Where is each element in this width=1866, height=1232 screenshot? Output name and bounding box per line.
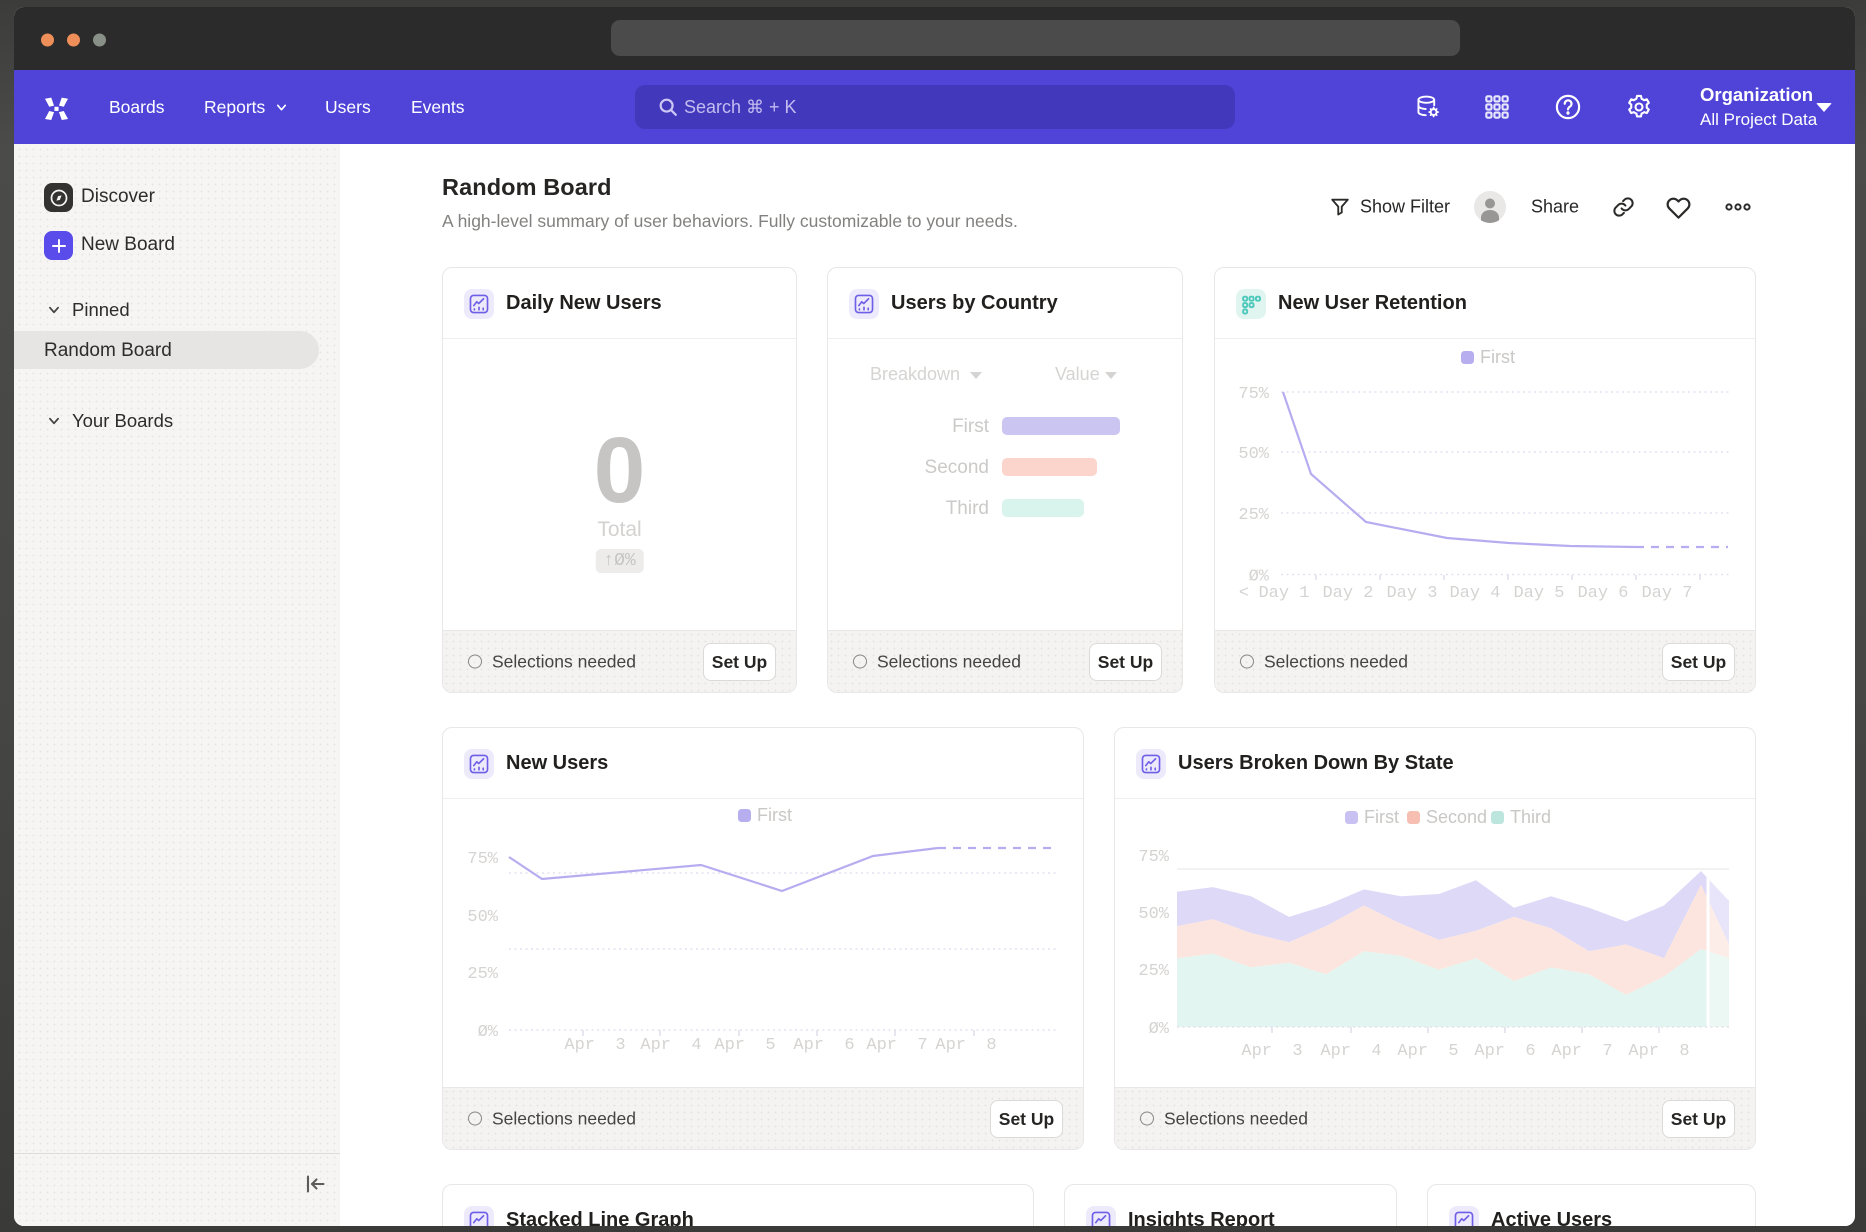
svg-text:First: First <box>757 805 792 825</box>
svg-text:Day 1: Day 1 <box>1258 584 1309 603</box>
svg-text:Day 4: Day 4 <box>1449 584 1500 603</box>
svg-text:Apr 6: Apr 6 <box>1474 1042 1535 1061</box>
svg-text:First: First <box>1480 347 1515 367</box>
svg-text:50%: 50% <box>1238 445 1269 464</box>
svg-text:Day 7: Day 7 <box>1641 584 1692 603</box>
svg-text:Apr 3: Apr 3 <box>564 1036 625 1055</box>
svg-text:First: First <box>1364 807 1399 827</box>
svg-text:Apr 4: Apr 4 <box>1320 1042 1381 1061</box>
svg-text:Apr 3: Apr 3 <box>1241 1042 1302 1061</box>
svg-text:Apr 8: Apr 8 <box>1628 1042 1689 1061</box>
svg-text:Day 5: Day 5 <box>1513 584 1564 603</box>
svg-text:Apr 8: Apr 8 <box>935 1036 996 1055</box>
svg-text:Day 3: Day 3 <box>1386 584 1437 603</box>
svg-text:Apr 5: Apr 5 <box>714 1036 775 1055</box>
svg-text:25%: 25% <box>467 965 498 984</box>
svg-text:Apr 7: Apr 7 <box>866 1036 927 1055</box>
svg-text:Ø%: Ø% <box>1149 1020 1170 1039</box>
svg-text:Apr 7: Apr 7 <box>1551 1042 1612 1061</box>
svg-text:75%: 75% <box>1138 848 1169 867</box>
svg-text:Third: Third <box>1510 807 1551 827</box>
svg-text:Second: Second <box>1426 807 1487 827</box>
svg-text:25%: 25% <box>1238 506 1269 525</box>
svg-text:Apr 6: Apr 6 <box>793 1036 854 1055</box>
svg-text:50%: 50% <box>1138 905 1169 924</box>
svg-text:Apr 4: Apr 4 <box>640 1036 701 1055</box>
svg-text:25%: 25% <box>1138 962 1169 981</box>
svg-text:Day 6: Day 6 <box>1577 584 1628 603</box>
svg-text:<: < <box>1239 584 1249 603</box>
svg-text:Ø%: Ø% <box>478 1023 499 1042</box>
svg-text:75%: 75% <box>1238 385 1269 404</box>
svg-text:75%: 75% <box>467 850 498 869</box>
svg-text:50%: 50% <box>467 908 498 927</box>
svg-text:Day 2: Day 2 <box>1322 584 1373 603</box>
svg-text:Apr 5: Apr 5 <box>1397 1042 1458 1061</box>
